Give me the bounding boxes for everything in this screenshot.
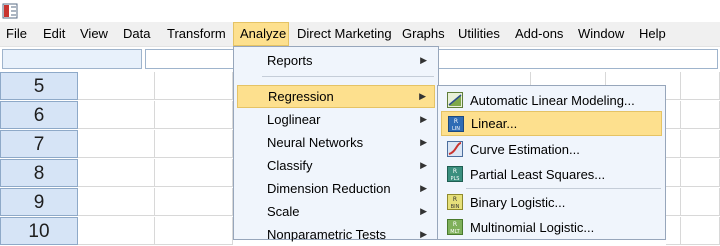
data-cell[interactable] — [78, 130, 155, 158]
svg-text:MLT: MLT — [450, 229, 460, 235]
menu-edit[interactable]: Edit — [37, 22, 71, 46]
analyze-menu: Reports ▶ Regression ▶ Loglinear ▶ Neura… — [233, 46, 439, 242]
menu-view[interactable]: View — [74, 22, 114, 46]
menu-separator — [466, 188, 661, 189]
menu-item-label: Automatic Linear Modeling... — [470, 93, 635, 108]
row-header[interactable]: 8 — [0, 159, 78, 187]
menu-analyze[interactable]: Analyze — [233, 22, 289, 46]
menu-item-label: Curve Estimation... — [470, 142, 580, 157]
menu-item-label: Loglinear — [267, 112, 321, 127]
submenu-arrow-icon: ▶ — [420, 137, 427, 147]
binary-logistic-icon: R BIN — [447, 194, 463, 210]
menu-item-label: Binary Logistic... — [470, 195, 566, 210]
row-header[interactable]: 5 — [0, 72, 78, 100]
menu-item-binary-logistic[interactable]: R BIN Binary Logistic... — [441, 190, 662, 215]
menu-item-automatic-linear-modeling[interactable]: Automatic Linear Modeling... — [441, 88, 662, 113]
data-cell[interactable] — [155, 159, 233, 187]
data-cell[interactable] — [666, 217, 681, 245]
data-cell[interactable] — [681, 101, 720, 129]
svg-text:R: R — [454, 118, 458, 125]
menu-item-label: Scale — [267, 204, 300, 219]
row-header[interactable]: 9 — [0, 188, 78, 216]
submenu-arrow-icon: ▶ — [420, 160, 427, 170]
menu-utilities[interactable]: Utilities — [452, 22, 506, 46]
data-cell[interactable] — [155, 188, 233, 216]
data-cell[interactable] — [666, 130, 681, 158]
menu-transform[interactable]: Transform — [161, 22, 232, 46]
row-header[interactable]: 7 — [0, 130, 78, 158]
data-cell[interactable] — [155, 72, 233, 100]
menu-window[interactable]: Window — [572, 22, 630, 46]
submenu-arrow-icon: ▶ — [420, 229, 427, 239]
data-cell[interactable] — [666, 101, 681, 129]
svg-text:R: R — [453, 168, 457, 175]
data-cell[interactable] — [681, 217, 720, 245]
menu-data[interactable]: Data — [117, 22, 156, 46]
menu-item-scale[interactable]: Scale ▶ — [237, 200, 435, 223]
menu-item-label: Partial Least Squares... — [470, 167, 606, 182]
menu-item-regression[interactable]: Regression ▶ — [237, 85, 435, 108]
submenu-arrow-icon: ▶ — [419, 91, 426, 101]
curve-estimation-icon — [447, 141, 463, 157]
menu-item-partial-least-squares[interactable]: R PLS Partial Least Squares... — [441, 162, 662, 187]
data-cell[interactable] — [78, 188, 155, 216]
menu-item-linear[interactable]: R LIN Linear... — [441, 111, 662, 136]
row-header[interactable]: 6 — [0, 101, 78, 129]
data-cell[interactable] — [155, 130, 233, 158]
menu-item-label: Multinomial Logistic... — [470, 220, 595, 235]
data-cell[interactable] — [681, 188, 720, 216]
svg-text:LIN: LIN — [452, 126, 460, 132]
partial-least-squares-icon: R PLS — [447, 166, 463, 182]
cell-name-box[interactable] — [2, 49, 142, 69]
automatic-linear-modeling-icon — [447, 92, 463, 108]
menu-item-neural-networks[interactable]: Neural Networks ▶ — [237, 131, 435, 154]
multinomial-logistic-icon: R MLT — [447, 219, 463, 235]
data-cell[interactable] — [155, 101, 233, 129]
menu-item-loglinear[interactable]: Loglinear ▶ — [237, 108, 435, 131]
data-cell[interactable] — [681, 72, 720, 100]
spss-app-icon — [2, 3, 18, 19]
svg-text:R: R — [453, 196, 457, 203]
menu-item-reports[interactable]: Reports ▶ — [237, 49, 435, 72]
submenu-arrow-icon: ▶ — [420, 114, 427, 124]
data-cell[interactable] — [78, 217, 155, 245]
menu-item-dimension-reduction[interactable]: Dimension Reduction ▶ — [237, 177, 435, 200]
regression-submenu: Automatic Linear Modeling... R LIN Linea… — [437, 85, 666, 240]
data-cell[interactable] — [681, 159, 720, 187]
menu-file[interactable]: File — [0, 22, 33, 46]
menu-item-label: Regression — [268, 89, 334, 104]
menu-item-label: Classify — [267, 158, 313, 173]
data-cell[interactable] — [78, 72, 155, 100]
menu-item-label: Neural Networks — [267, 135, 364, 150]
menu-item-label: Dimension Reduction — [267, 181, 391, 196]
submenu-arrow-icon: ▶ — [420, 183, 427, 193]
menu-separator — [262, 76, 434, 77]
svg-text:BIN: BIN — [451, 204, 460, 210]
data-cell[interactable] — [78, 101, 155, 129]
menu-graphs[interactable]: Graphs — [396, 22, 451, 46]
menu-direct-marketing[interactable]: Direct Marketing — [291, 22, 398, 46]
menu-item-nonparametric-tests[interactable]: Nonparametric Tests ▶ — [237, 223, 435, 246]
linear-regression-icon: R LIN — [448, 116, 464, 132]
menu-item-curve-estimation[interactable]: Curve Estimation... — [441, 137, 662, 162]
submenu-arrow-icon: ▶ — [420, 55, 427, 65]
svg-text:PLS: PLS — [451, 176, 460, 182]
menu-bar: File Edit View Data Transform Analyze Di… — [0, 22, 720, 47]
data-cell[interactable] — [666, 159, 681, 187]
menu-item-classify[interactable]: Classify ▶ — [237, 154, 435, 177]
data-cell[interactable] — [666, 188, 681, 216]
menu-add-ons[interactable]: Add-ons — [509, 22, 569, 46]
row-header[interactable]: 10 — [0, 217, 78, 245]
menu-item-label: Linear... — [471, 116, 518, 131]
menu-item-label: Reports — [267, 53, 313, 68]
data-cell[interactable] — [681, 130, 720, 158]
svg-text:R: R — [453, 221, 457, 228]
submenu-arrow-icon: ▶ — [420, 206, 427, 216]
data-cell[interactable] — [155, 217, 233, 245]
menu-item-multinomial-logistic[interactable]: R MLT Multinomial Logistic... — [441, 215, 662, 240]
data-cell[interactable] — [78, 159, 155, 187]
title-bar — [0, 0, 720, 22]
menu-help[interactable]: Help — [633, 22, 672, 46]
